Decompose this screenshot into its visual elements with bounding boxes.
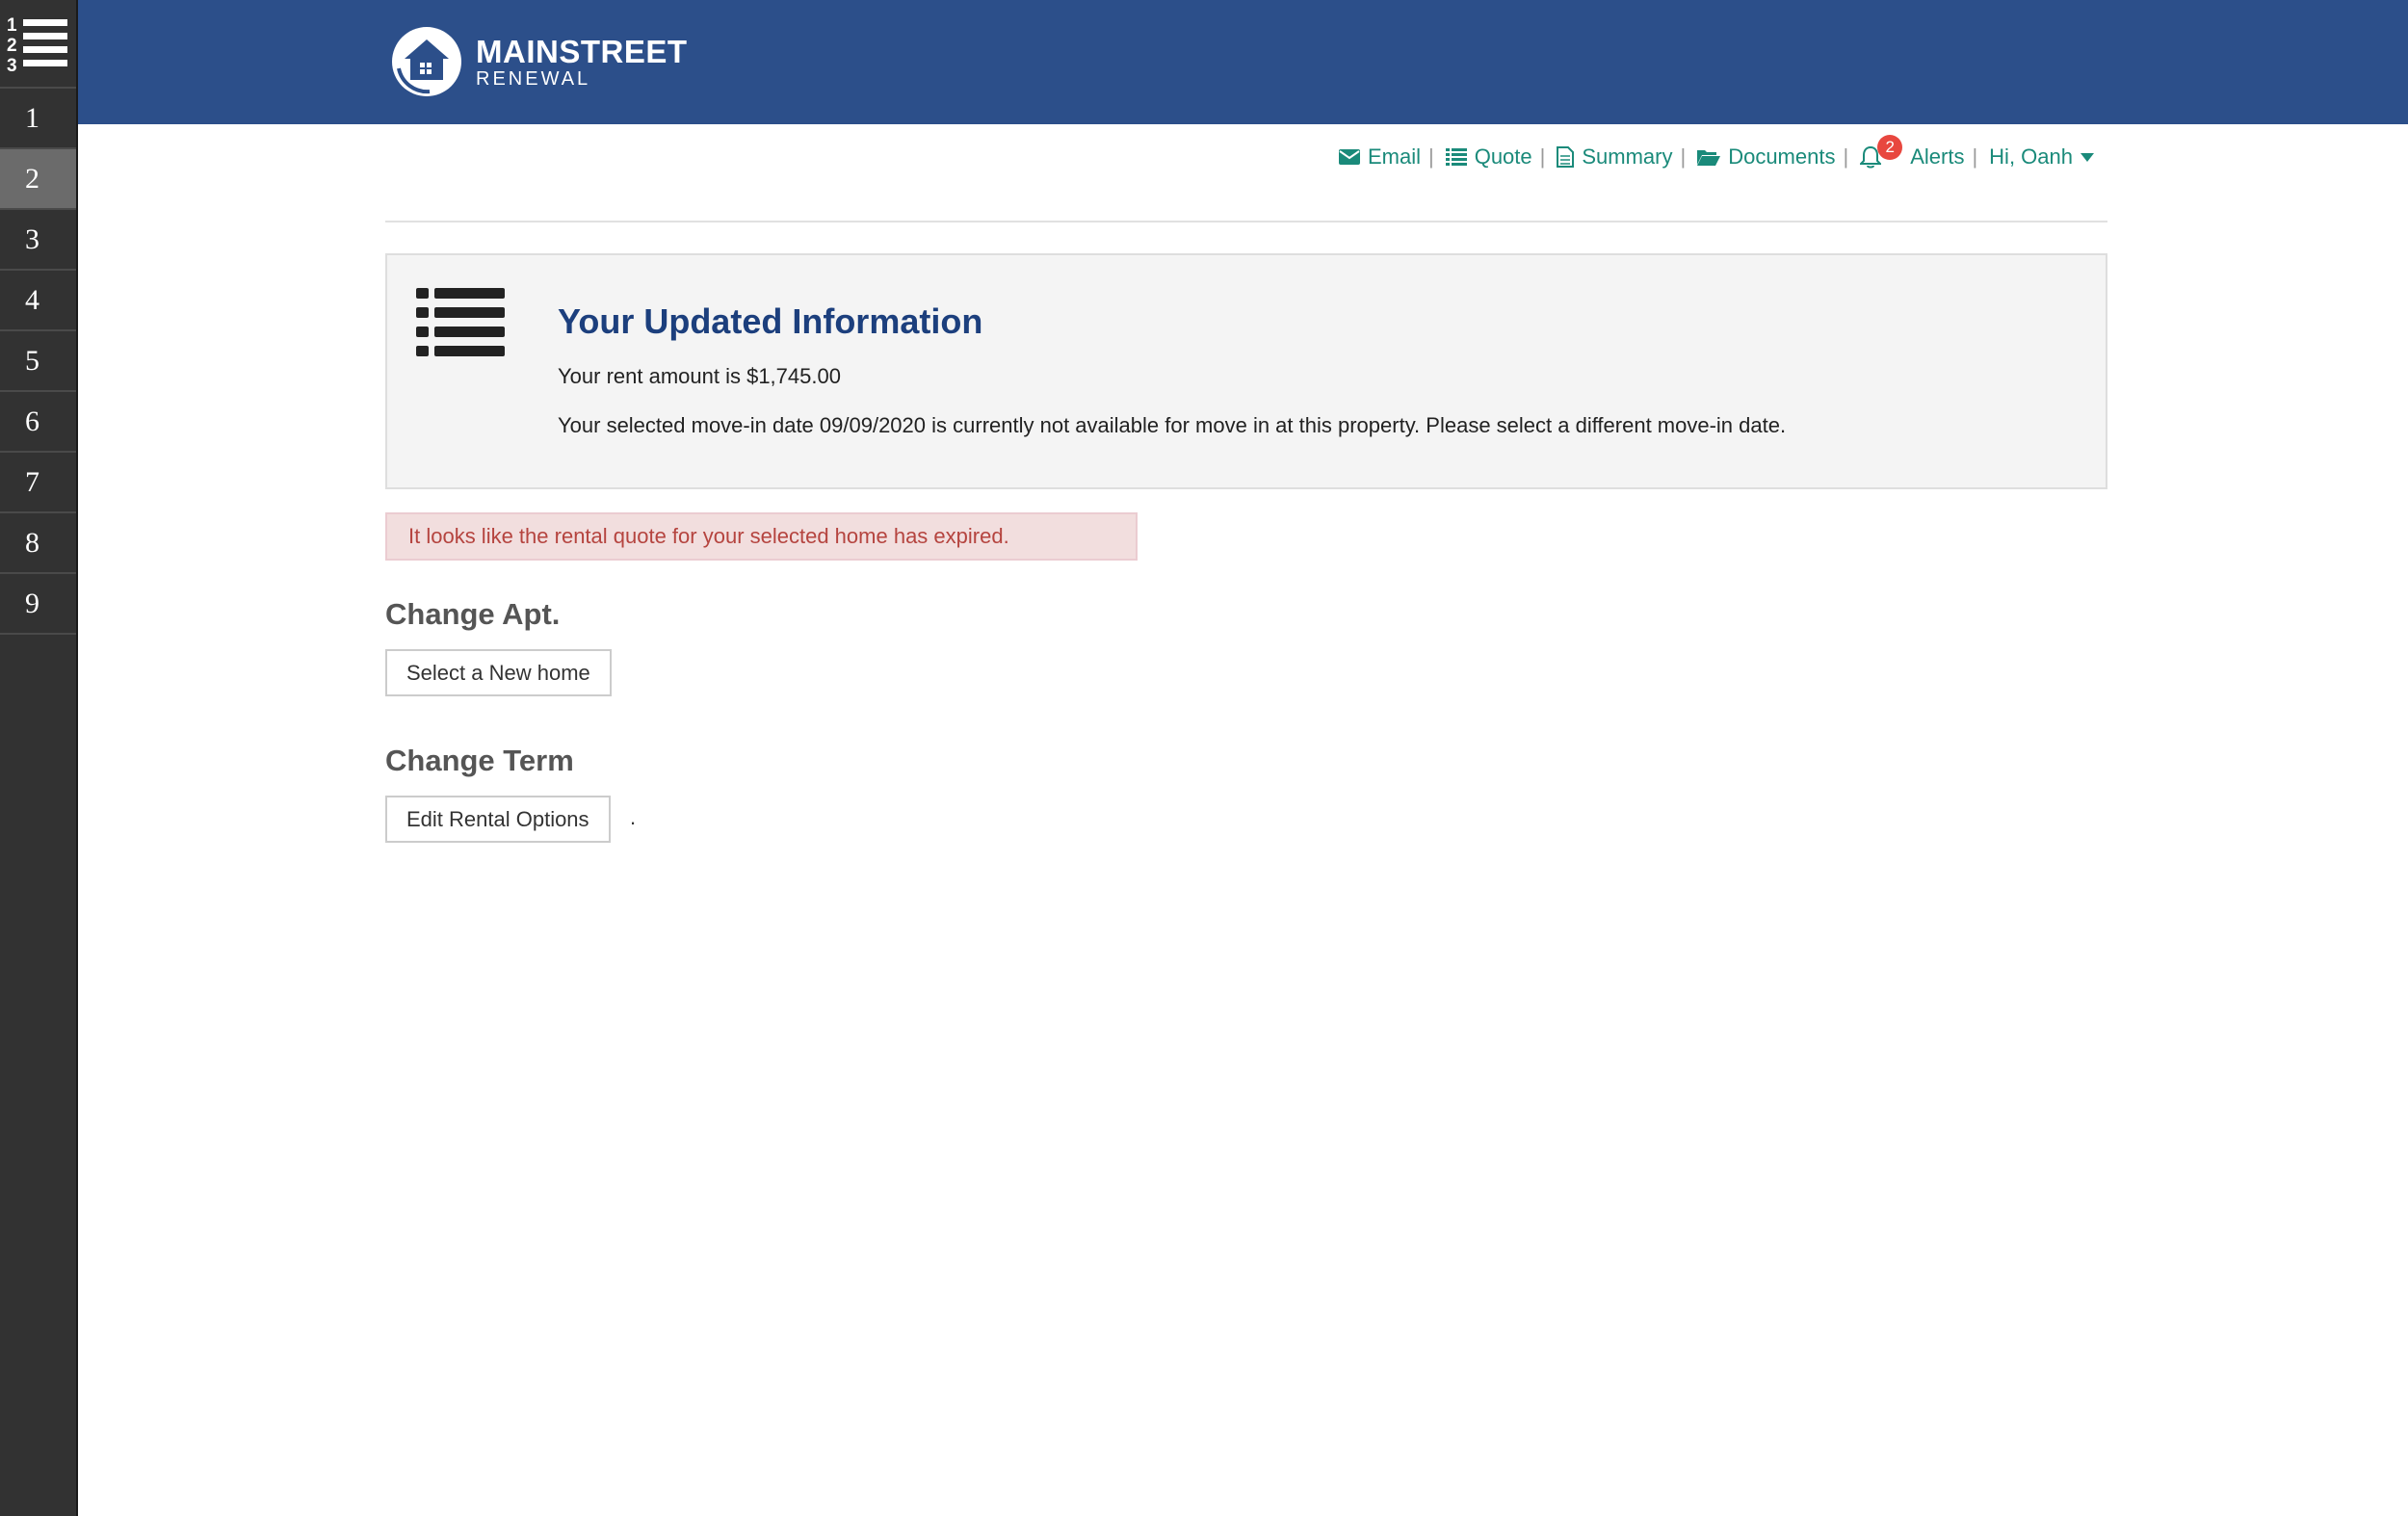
quote-expired-alert: It looks like the rental quote for your … — [385, 512, 1138, 561]
info-title: Your Updated Information — [558, 301, 983, 341]
svg-text:2: 2 — [7, 36, 17, 56]
step-7[interactable]: 7 — [0, 453, 76, 513]
svg-text:3: 3 — [7, 56, 17, 73]
step-3[interactable]: 3 — [0, 210, 76, 271]
documents-label: Documents — [1728, 144, 1836, 169]
step-1[interactable]: 1 — [0, 89, 76, 149]
step-2[interactable]: 2 — [0, 149, 76, 210]
folder-open-icon — [1697, 150, 1721, 166]
alerts-link[interactable]: 2 Alerts — [1860, 135, 1965, 170]
step-6[interactable]: 6 — [0, 392, 76, 453]
caret-down-icon — [2081, 152, 2094, 162]
brand-name: MAINSTREET — [476, 33, 688, 69]
step-4[interactable]: 4 — [0, 271, 76, 331]
email-link[interactable]: Email — [1338, 144, 1421, 170]
alert-count-badge: 2 — [1877, 135, 1903, 160]
email-label: Email — [1367, 144, 1421, 169]
select-new-home-button[interactable]: Select a New home — [385, 649, 612, 696]
summary-link[interactable]: Summary — [1557, 144, 1672, 170]
step-sidebar: 1 2 3 1 2 3 4 5 6 7 8 9 — [0, 0, 78, 1516]
top-nav: Email | Quote | Summary | Documents | 2 … — [1338, 135, 2102, 170]
nav-separator: | — [1972, 144, 1978, 169]
nav-separator: | — [1539, 144, 1546, 169]
divider — [385, 221, 2107, 222]
quote-link[interactable]: Quote — [1445, 144, 1532, 170]
list-icon — [416, 288, 505, 356]
summary-label: Summary — [1582, 144, 1673, 169]
house-logo-icon — [392, 27, 461, 96]
nav-separator: | — [1427, 144, 1434, 169]
change-term-heading: Change Term — [385, 744, 574, 777]
step-8[interactable]: 8 — [0, 513, 76, 574]
alerts-label: Alerts — [1910, 144, 1965, 169]
edit-rental-options-button[interactable]: Edit Rental Options — [385, 796, 611, 843]
updated-info-panel: Your Updated Information Your rent amoun… — [385, 253, 2107, 489]
error-message: It looks like the rental quote for your … — [408, 524, 1009, 548]
header-banner: MAINSTREET RENEWAL — [78, 0, 2408, 124]
brand-logo[interactable]: MAINSTREET RENEWAL — [391, 26, 688, 97]
steps-menu-icon[interactable]: 1 2 3 — [0, 0, 76, 89]
document-icon — [1557, 146, 1575, 168]
rent-amount-text: Your rent amount is $1,745.00 — [558, 364, 841, 388]
svg-text:1: 1 — [7, 15, 17, 36]
user-greeting: Hi, Oanh — [1989, 144, 2073, 169]
documents-link[interactable]: Documents — [1697, 144, 1835, 170]
change-apt-heading: Change Apt. — [385, 597, 561, 631]
brand-sub: RENEWAL — [476, 67, 591, 90]
nav-separator: | — [1843, 144, 1849, 169]
trailing-period: . — [630, 805, 637, 829]
user-menu[interactable]: Hi, Oanh — [1989, 144, 2102, 170]
nav-separator: | — [1680, 144, 1687, 169]
quote-label: Quote — [1474, 144, 1532, 169]
list-icon — [1445, 148, 1467, 166]
step-5[interactable]: 5 — [0, 331, 76, 392]
envelope-icon — [1338, 149, 1360, 165]
step-9[interactable]: 9 — [0, 574, 76, 635]
move-in-date-text: Your selected move-in date 09/09/2020 is… — [558, 413, 1787, 437]
